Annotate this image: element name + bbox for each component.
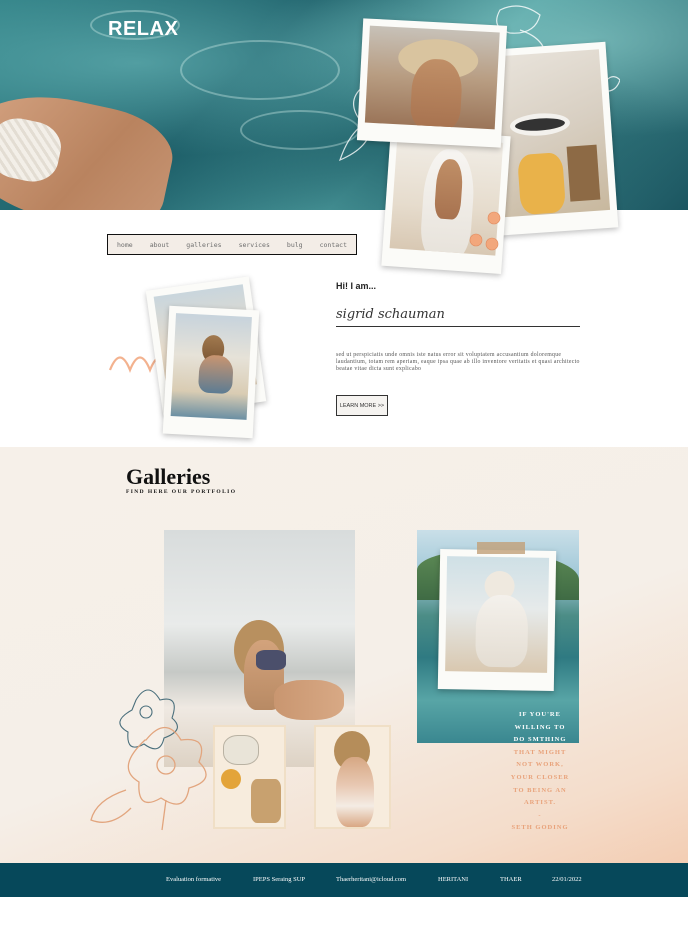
bag: [251, 779, 281, 823]
person-floral-suit: [336, 757, 374, 827]
bio-text: sed ut perspiciatis unde omnis iste natu…: [336, 352, 580, 373]
nav-item-contact[interactable]: contact: [320, 241, 347, 249]
site-logo[interactable]: RELAX: [108, 18, 178, 41]
galleries-subtitle: FIND HERE OUR PORTFOLIO: [126, 489, 237, 495]
signature-line: [336, 326, 580, 327]
quote-line: WILLING TO: [514, 723, 566, 731]
quote-line: THAT MIGHT: [513, 748, 567, 756]
quote-line: NOT WORK,: [516, 761, 564, 769]
quote-line: IF YOU'RE: [519, 711, 561, 718]
polaroid-about-front: [162, 305, 260, 439]
quote-line: TO BEING AN: [513, 786, 567, 794]
nav-item-about[interactable]: about: [150, 241, 170, 249]
tape-strip: [477, 542, 525, 554]
nav-item-bulg[interactable]: bulg: [287, 241, 303, 249]
footer-lastname: HERITANI: [438, 876, 469, 883]
footer-firstname: THAER: [500, 876, 522, 883]
galleries-title: Galleries: [126, 464, 211, 489]
footer-email-link[interactable]: Thaerheritani@icloud.com: [336, 876, 406, 883]
polaroid-ocean: [437, 548, 557, 692]
bottle: [566, 144, 601, 202]
signature: sigrid schauman: [336, 307, 445, 322]
nav-item-services[interactable]: services: [239, 241, 270, 249]
person-white-outfit: [475, 594, 529, 668]
footer-evaluation: Evaluation formative: [166, 876, 222, 883]
footer-school: IPEPS Seraing SUP: [253, 876, 306, 883]
flower-icon: [469, 211, 501, 251]
quote-line: DO SMTHING: [513, 736, 567, 744]
water-ripple: [180, 40, 340, 100]
nav-item-home[interactable]: home: [117, 241, 133, 249]
greeting: Hi! I am...: [336, 281, 377, 291]
quote-line: YOUR CLOSER: [510, 773, 570, 781]
gallery-photo-swimsuit[interactable]: [314, 725, 391, 829]
person-seated: [197, 354, 234, 395]
quote-line: -: [538, 811, 542, 819]
fruit-basket: [517, 152, 567, 216]
quote-line: ARTIST.: [523, 799, 557, 807]
learn-more-button[interactable]: LEARN MORE >>: [336, 395, 388, 416]
bikini-top: [223, 735, 259, 765]
person-face: [409, 57, 464, 130]
nav-item-galleries[interactable]: galleries: [186, 241, 221, 249]
sunglasses-icon: [509, 111, 571, 138]
site-footer: Evaluation formative IPEPS Seraing SUP T…: [0, 863, 688, 897]
flower-line-art: [90, 689, 207, 831]
quote-block: IF YOU'RE WILLING TO DO SMTHING THAT MIG…: [499, 709, 581, 835]
person-legs: [274, 680, 344, 720]
footer-date: 22/01/2022: [552, 876, 582, 883]
swimsuit: [256, 650, 286, 670]
quote-author: SETH GODING: [511, 824, 569, 832]
polaroid-hat: [356, 18, 508, 148]
main-nav: home about galleries services bulg conta…: [107, 234, 357, 255]
